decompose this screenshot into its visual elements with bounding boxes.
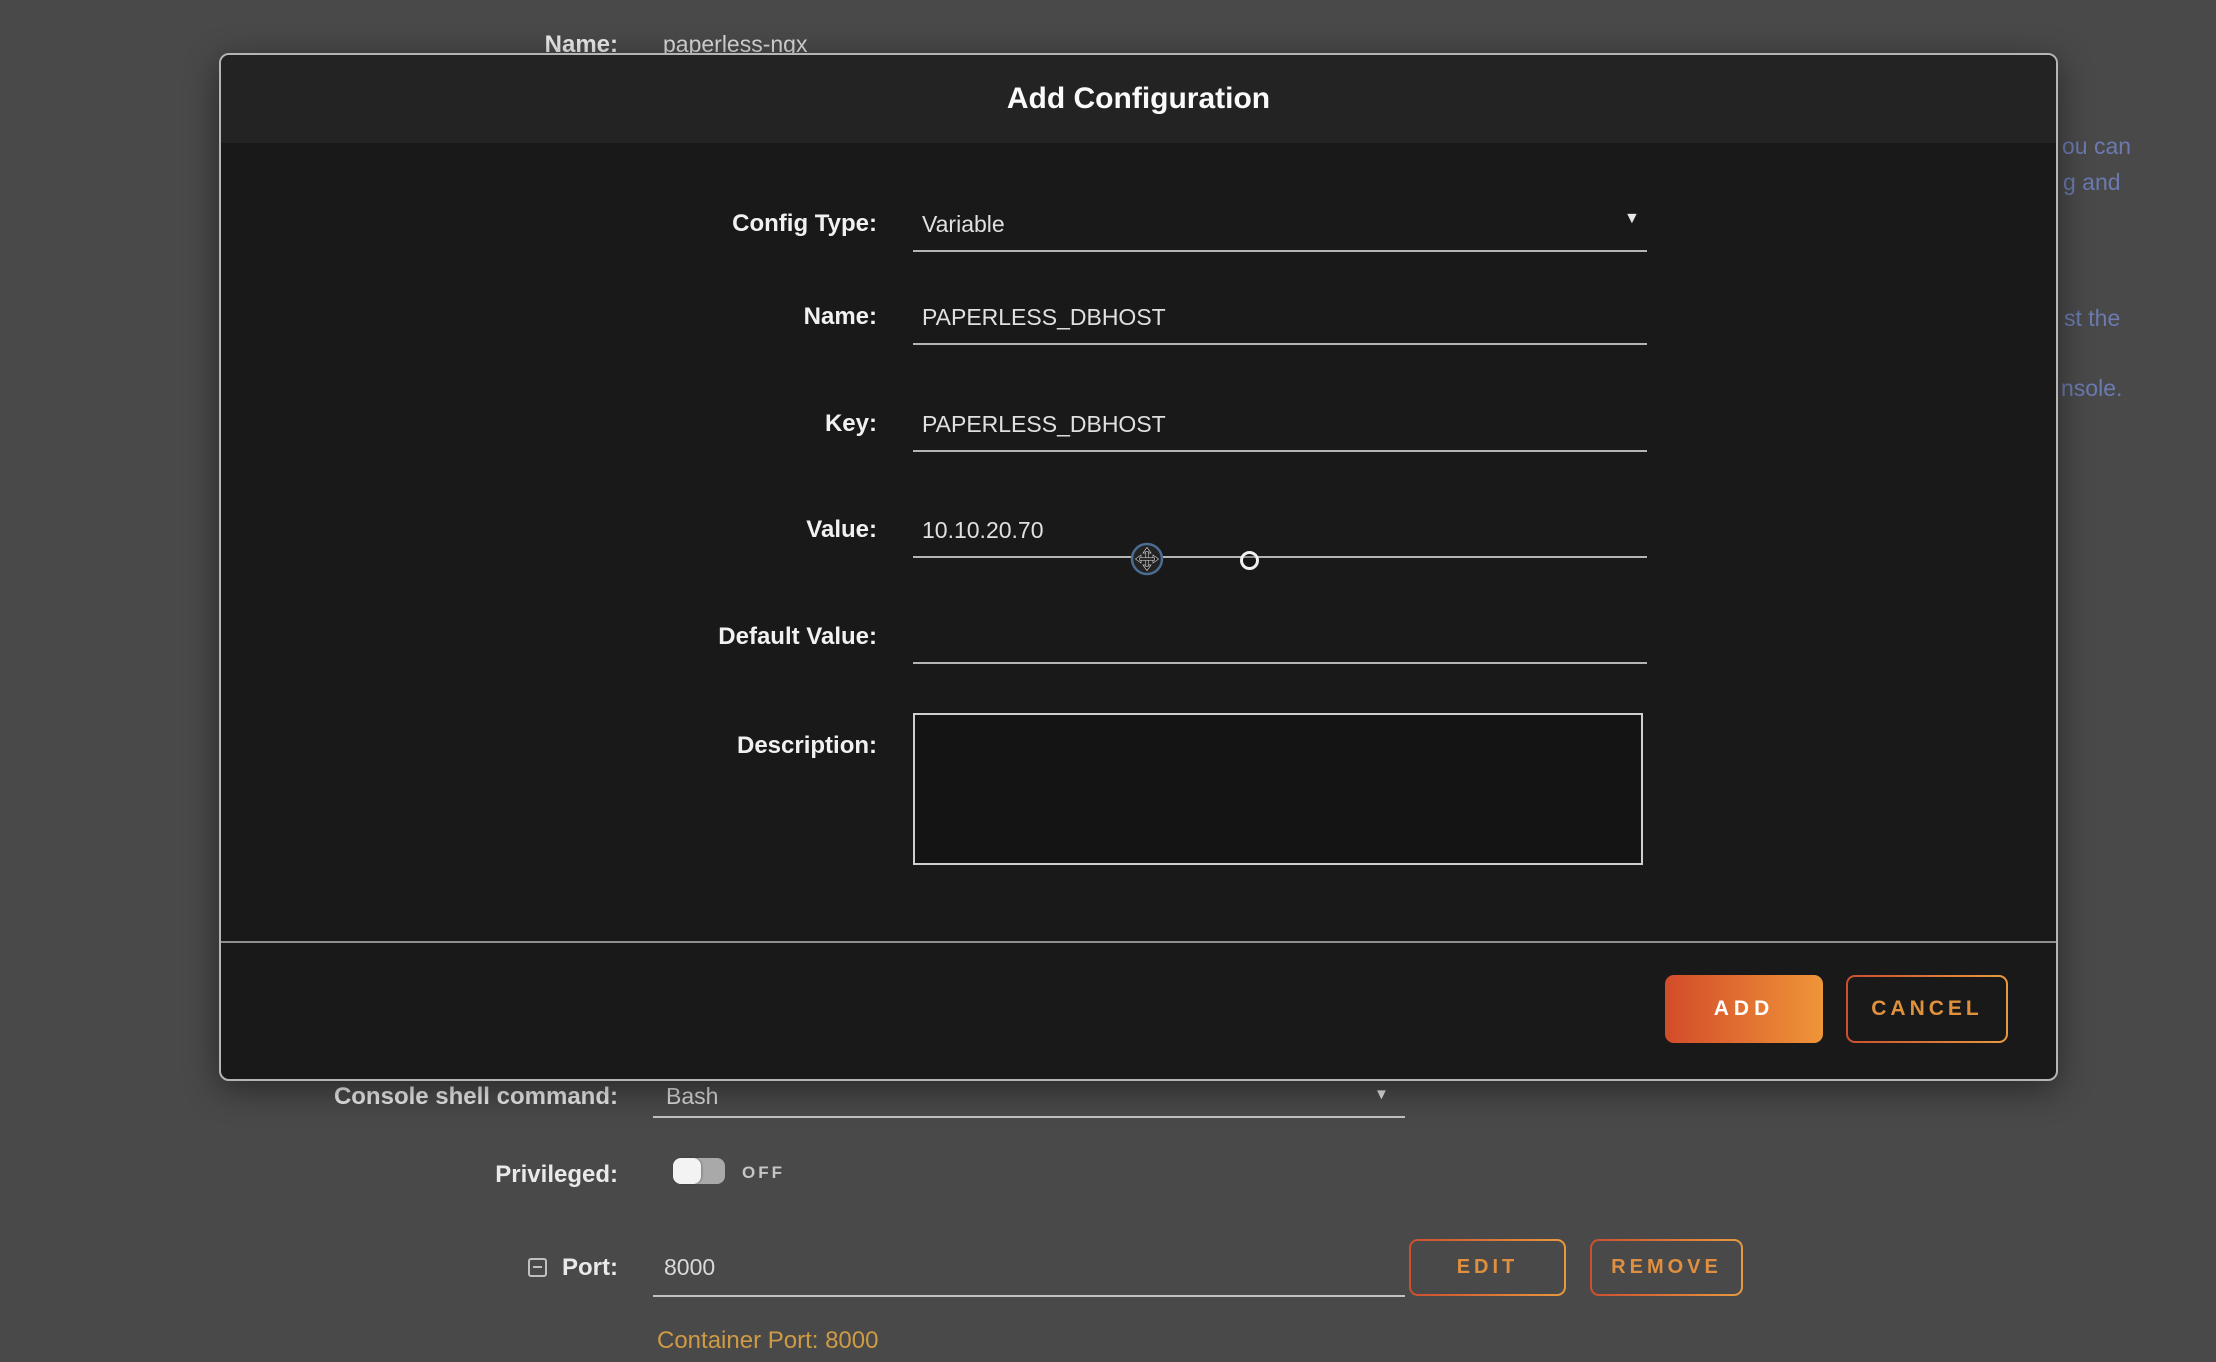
chevron-down-icon: ▼	[1624, 211, 1640, 227]
description-label: Description:	[221, 732, 877, 760]
dialog-header: Add Configuration	[221, 55, 2056, 143]
name-input[interactable]: PAPERLESS_DBHOST	[922, 304, 1166, 331]
default-value-label: Default Value:	[221, 623, 877, 651]
console-shell-command-label: Console shell command:	[200, 1083, 618, 1111]
footer-divider	[221, 941, 2056, 943]
port-label: Port:	[200, 1254, 618, 1282]
cancel-button[interactable]: CANCEL	[1846, 975, 2008, 1043]
port-input[interactable]: 8000	[664, 1254, 715, 1281]
key-label: Key:	[221, 410, 877, 438]
add-button[interactable]: ADD	[1665, 975, 1823, 1043]
remove-button[interactable]: REMOVE	[1590, 1239, 1743, 1296]
config-type-select[interactable]: Variable	[922, 211, 1005, 238]
console-select-underline	[653, 1116, 1405, 1118]
edit-button-label: EDIT	[1411, 1241, 1564, 1294]
container-port-text: Container Port: 8000	[657, 1327, 878, 1355]
default-value-underline	[913, 662, 1647, 664]
add-button-label: ADD	[1714, 997, 1775, 1021]
privileged-label: Privileged:	[200, 1161, 618, 1189]
dialog-title: Add Configuration	[221, 55, 2056, 143]
chevron-down-icon: ▼	[1374, 1087, 1389, 1102]
value-label: Value:	[221, 516, 877, 544]
bg-help-text-fragment: ou can	[2062, 133, 2131, 160]
key-input[interactable]: PAPERLESS_DBHOST	[922, 411, 1166, 438]
config-type-underline	[913, 250, 1647, 252]
name-underline	[913, 343, 1647, 345]
privileged-state-text: OFF	[742, 1163, 785, 1183]
remove-button-label: REMOVE	[1592, 1241, 1741, 1294]
bg-help-text-fragment: g and	[2063, 169, 2121, 196]
name-label: Name:	[221, 303, 877, 331]
console-shell-command-select[interactable]: Bash	[666, 1083, 718, 1110]
value-underline	[913, 556, 1647, 558]
edit-button[interactable]: EDIT	[1409, 1239, 1566, 1296]
key-underline	[913, 450, 1647, 452]
pointer-ring-icon	[1240, 551, 1259, 570]
bg-help-text-fragment: nsole.	[2061, 375, 2122, 402]
bg-help-text-fragment: st the	[2064, 305, 2120, 332]
description-textarea[interactable]	[913, 713, 1643, 865]
toggle-knob-icon	[673, 1158, 701, 1184]
value-input[interactable]: 10.10.20.70	[922, 517, 1044, 544]
privileged-toggle[interactable]	[673, 1158, 725, 1184]
port-input-underline	[653, 1295, 1405, 1297]
config-type-label: Config Type:	[221, 210, 877, 238]
cancel-button-label: CANCEL	[1848, 977, 2006, 1041]
move-cursor-icon	[1130, 542, 1164, 581]
